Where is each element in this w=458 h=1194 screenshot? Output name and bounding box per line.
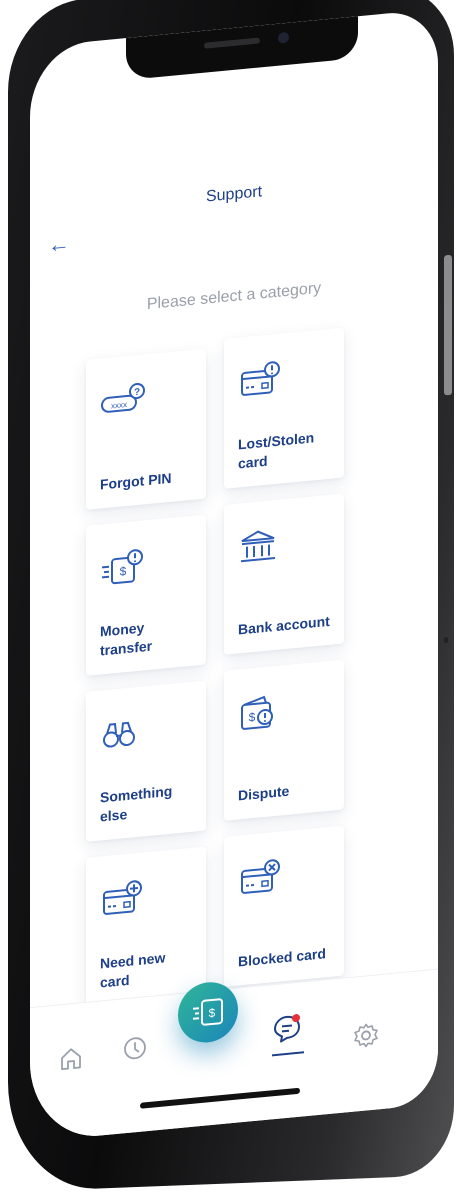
category-card-something-else[interactable]: Something else xyxy=(86,680,206,842)
notch xyxy=(126,16,358,81)
settings-icon xyxy=(354,1023,378,1048)
nav-history[interactable] xyxy=(122,1034,148,1067)
svg-text:$: $ xyxy=(120,564,127,579)
category-label: Something else xyxy=(100,782,173,825)
money-transfer-alert-icon: $ xyxy=(102,549,143,585)
svg-text:$: $ xyxy=(209,1006,216,1021)
nav-settings[interactable] xyxy=(352,1020,380,1056)
side-sensor xyxy=(444,637,448,644)
category-label: Blocked card xyxy=(238,945,326,970)
bank-icon xyxy=(241,530,275,563)
card-alert-icon xyxy=(241,361,280,396)
wallet-dispute-icon: $ xyxy=(241,695,273,730)
nav-home[interactable] xyxy=(58,1044,84,1077)
transfer-icon: $ xyxy=(193,998,223,1026)
history-icon xyxy=(124,1037,146,1060)
phone-frame: ← Support Please select a category xxxx … xyxy=(8,0,454,1192)
svg-text:?: ? xyxy=(134,387,140,399)
card-blocked-icon xyxy=(241,859,280,894)
front-camera xyxy=(278,31,289,44)
nav-support[interactable] xyxy=(272,1011,304,1057)
category-label: Dispute xyxy=(238,782,290,804)
category-card-lost-stolen[interactable]: Lost/Stolen card xyxy=(224,327,344,489)
category-prompt: Please select a category xyxy=(146,279,322,314)
category-card-blocked-card[interactable]: Blocked card xyxy=(224,825,344,987)
speaker xyxy=(204,37,260,49)
page-title: Support xyxy=(205,183,263,206)
category-label: Lost/Stolen card xyxy=(238,429,315,472)
category-card-need-new-card[interactable]: Need new card xyxy=(86,846,206,1008)
category-card-bank-account[interactable]: Bank account xyxy=(224,493,344,655)
category-card-forgot-pin[interactable]: xxxx ? Forgot PIN xyxy=(86,348,206,510)
category-label: Bank account xyxy=(238,612,330,638)
category-label: Need new card xyxy=(100,949,166,991)
category-grid: xxxx ? Forgot PIN Lost/Stolen card $ Mon… xyxy=(86,327,352,1008)
category-label: Forgot PIN xyxy=(100,469,172,493)
svg-text:xxxx: xxxx xyxy=(111,400,127,410)
category-card-money-transfer[interactable]: $ Money transfer xyxy=(86,514,206,676)
binoculars-icon xyxy=(103,721,135,748)
arrow-left-icon: ← xyxy=(48,230,70,258)
category-card-dispute[interactable]: $ Dispute xyxy=(224,659,344,821)
screen: ← Support Please select a category xxxx … xyxy=(30,8,438,1143)
back-button[interactable]: ← xyxy=(48,230,70,258)
svg-text:$: $ xyxy=(249,710,256,725)
pin-question-icon: xxxx ? xyxy=(101,383,145,413)
card-add-icon xyxy=(103,880,142,915)
side-button xyxy=(444,254,452,396)
home-icon xyxy=(61,1048,81,1071)
category-label: Money transfer xyxy=(100,619,153,659)
